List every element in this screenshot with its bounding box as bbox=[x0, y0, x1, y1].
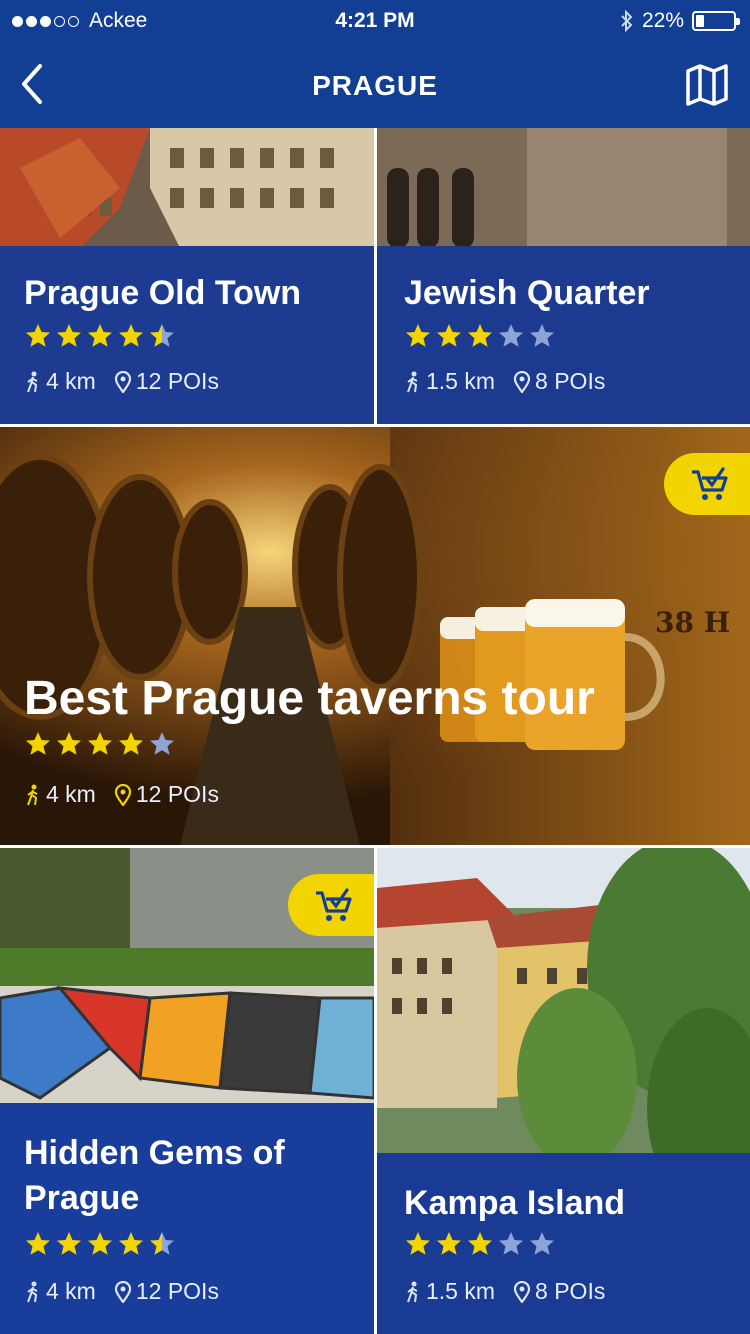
location-pin-icon bbox=[513, 370, 531, 393]
location-pin-icon bbox=[114, 370, 131, 393]
poi-count: 8 POIs bbox=[535, 368, 606, 394]
star-icon bbox=[150, 1232, 174, 1255]
star-icon bbox=[88, 732, 112, 755]
tour-card-hidden-gems[interactable]: Hidden Gems of Prague 4 km 12 POIs bbox=[0, 848, 374, 1334]
tour-meta: 1.5 km 8 POIs bbox=[404, 368, 623, 395]
star-icon bbox=[119, 324, 143, 347]
status-right: 22% bbox=[620, 9, 740, 33]
star-icon bbox=[150, 324, 174, 347]
tour-title-line2: Prague bbox=[24, 1179, 140, 1217]
cart-check-icon bbox=[316, 888, 352, 921]
walking-icon bbox=[27, 371, 38, 392]
map-icon[interactable] bbox=[684, 62, 730, 108]
tour-title: Jewish Quarter bbox=[404, 274, 650, 312]
rating-stars bbox=[24, 1230, 176, 1258]
svg-text:38 H: 38 H bbox=[655, 606, 730, 639]
cart-check-icon bbox=[692, 467, 728, 500]
star-icon bbox=[57, 732, 81, 755]
distance: 4 km bbox=[46, 368, 96, 394]
star-icon bbox=[57, 324, 81, 347]
distance: 4 km bbox=[46, 781, 96, 807]
battery-percent: 22% bbox=[641, 9, 684, 32]
tour-meta: 4 km 12 POIs bbox=[24, 1278, 237, 1305]
tour-card-kampa-island[interactable]: Kampa Island 1.5 km 8 POIs bbox=[377, 848, 750, 1334]
purchased-badge bbox=[288, 874, 374, 936]
tour-title: Prague Old Town bbox=[24, 274, 302, 312]
star-icon bbox=[499, 1232, 523, 1255]
nav-bar: PRAGUE bbox=[0, 44, 750, 128]
tour-meta: 4 km 12 POIs bbox=[24, 368, 237, 395]
star-icon bbox=[406, 1232, 430, 1255]
rating-stars bbox=[24, 322, 176, 350]
star-icon bbox=[468, 1232, 492, 1255]
star-icon bbox=[26, 324, 50, 347]
star-icon bbox=[88, 1232, 112, 1255]
tour-title: Kampa Island bbox=[404, 1184, 626, 1222]
star-icon bbox=[57, 1232, 81, 1255]
star-icon bbox=[437, 324, 461, 347]
poi-count: 12 POIs bbox=[135, 368, 219, 394]
star-icon bbox=[530, 1232, 554, 1255]
star-icon bbox=[119, 732, 143, 755]
star-icon bbox=[437, 1232, 461, 1255]
distance: 4 km bbox=[46, 1278, 96, 1304]
poi-count: 12 POIs bbox=[135, 1278, 219, 1304]
rating-stars bbox=[404, 1230, 556, 1258]
tour-title-line1: Hidden Gems of bbox=[24, 1134, 285, 1172]
walking-icon bbox=[27, 1281, 38, 1302]
poi-count: 8 POIs bbox=[535, 1278, 606, 1304]
star-icon bbox=[499, 324, 523, 347]
star-icon bbox=[468, 324, 492, 347]
status-bar: Ackee 4:21 PM 22% bbox=[0, 0, 750, 40]
purchased-badge bbox=[664, 453, 750, 515]
divider bbox=[374, 128, 377, 424]
location-pin-icon bbox=[114, 783, 131, 806]
distance: 1.5 km bbox=[426, 1278, 496, 1304]
star-icon bbox=[530, 324, 554, 347]
star-icon bbox=[88, 324, 112, 347]
tour-meta: 1.5 km 8 POIs bbox=[404, 1278, 623, 1305]
rating-stars bbox=[404, 322, 556, 350]
location-pin-icon bbox=[513, 1280, 531, 1303]
divider bbox=[374, 848, 377, 1334]
walking-icon bbox=[407, 1281, 418, 1302]
tour-meta: 4 km 12 POIs bbox=[24, 781, 237, 808]
star-icon bbox=[150, 732, 174, 755]
location-pin-icon bbox=[114, 1280, 131, 1303]
star-icon bbox=[26, 732, 50, 755]
top-bar: Ackee 4:21 PM 22% PRAGUE bbox=[0, 0, 750, 128]
tour-card-taverns[interactable]: 38 H Best Prague taverns tour 4 km 12 PO… bbox=[0, 427, 750, 845]
battery-icon bbox=[692, 11, 740, 31]
page-title: PRAGUE bbox=[312, 70, 438, 101]
walking-icon bbox=[27, 784, 38, 805]
tour-title: Best Prague taverns tour bbox=[24, 672, 595, 725]
walking-icon bbox=[407, 371, 418, 392]
star-icon bbox=[26, 1232, 50, 1255]
rating-stars bbox=[24, 730, 176, 758]
tour-card-jewish-quarter[interactable]: Jewish Quarter 1.5 km 8 POIs bbox=[377, 128, 750, 424]
tour-card-old-town[interactable]: Prague Old Town 4 km 12 POIs bbox=[0, 128, 374, 424]
bluetooth-icon bbox=[621, 10, 633, 32]
star-icon bbox=[119, 1232, 143, 1255]
battery-fill bbox=[696, 15, 704, 27]
distance: 1.5 km bbox=[426, 368, 496, 394]
poi-count: 12 POIs bbox=[135, 781, 219, 807]
star-icon bbox=[406, 324, 430, 347]
